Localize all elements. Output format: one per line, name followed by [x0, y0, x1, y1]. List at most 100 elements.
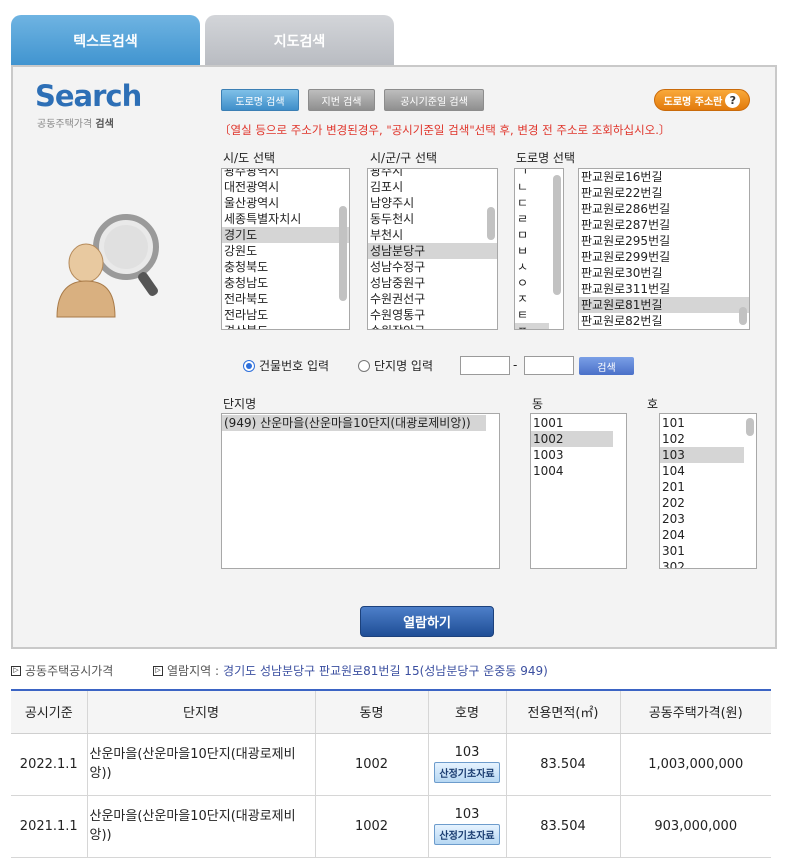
road-name-option[interactable]: 판교원로286번길 — [579, 201, 749, 217]
road-name-option[interactable]: 판교원로22번길 — [579, 185, 749, 201]
scrollbar[interactable] — [746, 416, 754, 566]
complex-option[interactable]: (949) 산운마을(산운마을10단지(대광로제비앙)) — [222, 415, 486, 431]
dong-listbox[interactable]: 1001 1002 1003 1004 — [530, 413, 627, 569]
sido-option[interactable]: 전라남도 — [222, 307, 349, 323]
sub-number-input[interactable] — [524, 356, 574, 375]
sido-option[interactable]: 강원도 — [222, 243, 349, 259]
complex-name-radio[interactable]: 단지명 입력 — [358, 357, 433, 374]
scrollbar[interactable] — [739, 171, 747, 327]
price-title-label: 공동주택공시가격 — [25, 664, 114, 678]
ho-option[interactable]: 204 — [660, 527, 744, 543]
sigungu-option[interactable]: 수원장안구 — [368, 323, 497, 329]
address-change-notice: 〔열실 등으로 주소가 변경된경우, "공시기준일 검색"선택 후, 변경 전 … — [219, 123, 671, 137]
sigungu-option[interactable]: 광주시 — [368, 169, 497, 179]
road-name-option[interactable]: 판교원로82번길 — [579, 313, 749, 329]
initial-consonant-option[interactable]: ㄷ — [515, 195, 549, 211]
initial-consonant-option[interactable]: ㄴ — [515, 179, 549, 195]
sigungu-option[interactable]: 부천시 — [368, 227, 497, 243]
sigungu-option[interactable]: 수원권선구 — [368, 291, 497, 307]
ho-option[interactable]: 103 — [660, 447, 744, 463]
road-name-listbox[interactable]: 판교원로16번길 판교원로22번길 판교원로286번길 판교원로287번길 판교원로29… — [578, 168, 750, 330]
sido-option[interactable]: 세종특별자치시 — [222, 211, 349, 227]
radio-button[interactable] — [358, 359, 370, 372]
initial-consonant-option[interactable]: ㅁ — [515, 227, 549, 243]
scrollbar[interactable] — [487, 171, 495, 327]
initial-consonant-option[interactable]: ㅈ — [515, 291, 549, 307]
initial-consonant-listbox[interactable]: ㄱㄴㄷㄹㅁㅂㅅㅇㅈㅌㅍㅎ — [514, 168, 564, 330]
tab-text-search[interactable]: 텍스트검색 — [11, 15, 200, 67]
ho-option[interactable]: 301 — [660, 543, 744, 559]
table-row: 2022.1.1 산운마을(산운마을10단지(대광로제비앙)) 1002 103… — [11, 733, 771, 796]
dong-option[interactable]: 1002 — [531, 431, 613, 447]
road-name-option[interactable]: 판교원로311번길 — [579, 281, 749, 297]
date-search-button[interactable]: 공시기준일 검색 — [384, 89, 484, 111]
sigungu-option[interactable]: 수원영통구 — [368, 307, 497, 323]
tab-map-search[interactable]: 지도검색 — [205, 15, 394, 67]
ho-option[interactable]: 101 — [660, 415, 744, 431]
ho-option[interactable]: 104 — [660, 463, 744, 479]
sido-listbox[interactable]: 광주광역시 대전광역시 울산광역시 세종특별자치시 경기도 강원도 충청북도 충청남도 전라북도… — [221, 168, 350, 330]
region-value: 경기도 성남분당구 판교원로81번길 15(성남분당구 운중동 949) — [223, 664, 548, 678]
sigungu-option[interactable]: 성남분당구 — [368, 243, 497, 259]
dong-option[interactable]: 1001 — [531, 415, 613, 431]
lot-search-button[interactable]: 지번 검색 — [308, 89, 375, 111]
dong-option[interactable]: 1004 — [531, 463, 613, 479]
scrollbar[interactable] — [339, 171, 347, 327]
road-name-option[interactable]: 판교원로295번길 — [579, 233, 749, 249]
sigungu-option[interactable]: 김포시 — [368, 179, 497, 195]
road-name-option[interactable]: 판교원로299번길 — [579, 249, 749, 265]
initial-consonant-option[interactable]: ㄱ — [515, 169, 549, 179]
complex-label: 단지명 — [223, 397, 257, 411]
result-table: 공시기준 단지명 동명 호명 전용면적(㎡) 공동주택가격(원) 2022.1.… — [11, 689, 771, 858]
sido-option[interactable]: 충청북도 — [222, 259, 349, 275]
search-panel: Search 공동주택가격 검색 도로명 검색 지번 검색 공시기준일 검색 도… — [11, 65, 777, 649]
cell-complex: 산운마을(산운마을10단지(대광로제비앙)) — [87, 733, 316, 796]
sigungu-option[interactable]: 남양주시 — [368, 195, 497, 211]
logo-subtitle-light: 공동주택가격 — [37, 119, 93, 130]
road-search-button[interactable]: 도로명 검색 — [221, 89, 299, 111]
sigungu-option[interactable]: 성남수정구 — [368, 259, 497, 275]
initial-consonant-option[interactable]: ㅅ — [515, 259, 549, 275]
calc-basis-button[interactable]: 산정기초자료 — [434, 762, 500, 783]
sido-option[interactable]: 대전광역시 — [222, 179, 349, 195]
building-number-radio[interactable]: 건물번호 입력 — [243, 357, 329, 374]
road-name-option[interactable]: 판교원로81번길 — [579, 297, 749, 313]
initial-consonant-option[interactable]: ㄹ — [515, 211, 549, 227]
dong-option[interactable]: 1003 — [531, 447, 613, 463]
sigungu-option[interactable]: 성남중원구 — [368, 275, 497, 291]
complex-listbox[interactable]: (949) 산운마을(산운마을10단지(대광로제비앙)) — [221, 413, 500, 569]
initial-consonant-option[interactable]: ㅌ — [515, 307, 549, 323]
ho-option[interactable]: 203 — [660, 511, 744, 527]
ho-option[interactable]: 302 — [660, 559, 744, 568]
sido-option[interactable]: 전라북도 — [222, 291, 349, 307]
sido-option[interactable]: 울산광역시 — [222, 195, 349, 211]
sido-option[interactable]: 경기도 — [222, 227, 349, 243]
initial-consonant-option[interactable]: ㅇ — [515, 275, 549, 291]
ho-option[interactable]: 202 — [660, 495, 744, 511]
ho-listbox[interactable]: 101 102 103 104 201 202 203 204 301 302 — [659, 413, 757, 569]
view-button[interactable]: 열람하기 — [360, 606, 494, 637]
sigungu-listbox[interactable]: 광주시 김포시 남양주시 동두천시 부천시 성남분당구 성남수정구 성남중원구 수원권선구 수원영… — [367, 168, 498, 330]
cell-price: 903,000,000 — [620, 795, 771, 858]
sido-label: 시/도 선택 — [223, 151, 276, 165]
road-name-option[interactable]: 판교원로287번길 — [579, 217, 749, 233]
scrollbar[interactable] — [553, 171, 561, 327]
ho-option[interactable]: 201 — [660, 479, 744, 495]
number-search-button[interactable]: 검색 — [579, 357, 634, 375]
road-address-help-button[interactable]: 도로명 주소란 ? — [654, 89, 750, 111]
main-number-input[interactable] — [460, 356, 510, 375]
ho-option[interactable]: 102 — [660, 431, 744, 447]
sido-option[interactable]: 경상북도 — [222, 323, 349, 329]
sigungu-option[interactable]: 동두천시 — [368, 211, 497, 227]
sido-option[interactable]: 충청남도 — [222, 275, 349, 291]
road-name-option[interactable]: 판교원로30번길 — [579, 265, 749, 281]
initial-consonant-option[interactable]: ㅍ — [515, 323, 549, 329]
sido-option[interactable]: 광주광역시 — [222, 169, 349, 179]
road-name-option[interactable]: 판교원로16번길 — [579, 169, 749, 185]
price-title: ▷ 공동주택공시가격 — [11, 662, 113, 679]
calc-basis-button[interactable]: 산정기초자료 — [434, 824, 500, 845]
cell-date: 2021.1.1 — [11, 795, 88, 858]
initial-consonant-option[interactable]: ㅂ — [515, 243, 549, 259]
cell-area: 83.504 — [506, 733, 621, 796]
radio-button-checked[interactable] — [243, 359, 255, 372]
